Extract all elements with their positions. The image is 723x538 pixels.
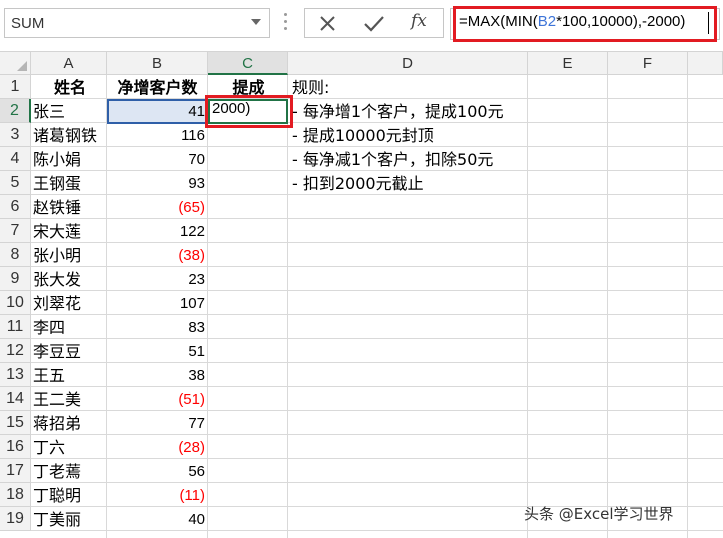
cell-customers[interactable]: 93 — [109, 172, 205, 196]
formula-highlight-box — [453, 6, 717, 42]
row-header-18[interactable]: 18 — [0, 483, 31, 507]
row-header-4[interactable]: 4 — [0, 147, 31, 171]
rule-text[interactable]: - 提成10000元封顶 — [292, 124, 434, 148]
cell-customers[interactable]: 122 — [109, 220, 205, 244]
header-name[interactable]: 姓名 — [33, 76, 107, 100]
gridline-vertical — [527, 75, 528, 538]
header-customers[interactable]: 净增客户数 — [109, 76, 206, 100]
cell-name[interactable]: 王二美 — [33, 388, 107, 412]
row-header-13[interactable]: 13 — [0, 363, 31, 387]
cell-name[interactable]: 张大发 — [33, 268, 107, 292]
cell-customers[interactable]: (28) — [109, 436, 205, 460]
column-header-a[interactable]: A — [31, 52, 107, 75]
cell-customers[interactable]: (65) — [109, 196, 205, 220]
cell-customers[interactable]: (38) — [109, 244, 205, 268]
row-header-15[interactable]: 15 — [0, 411, 31, 435]
row-header-14[interactable]: 14 — [0, 387, 31, 411]
cell-name[interactable]: 丁聪明 — [33, 484, 107, 508]
triangle-icon — [17, 61, 27, 71]
cell-customers[interactable]: 70 — [109, 148, 205, 172]
rule-text[interactable]: - 扣到2000元截止 — [292, 172, 424, 196]
cell-name[interactable]: 王钢蛋 — [33, 172, 107, 196]
cell-name[interactable]: 丁老蔫 — [33, 460, 107, 484]
select-all-corner[interactable] — [0, 52, 31, 75]
cell-customers[interactable]: 83 — [109, 316, 205, 340]
column-header-b[interactable]: B — [107, 52, 208, 75]
rule-text[interactable]: - 每净增1个客户，提成100元 — [292, 100, 504, 124]
formula-bar-area: SUM fx =MAX(MIN(B2*100,10000),-2000) — [0, 0, 723, 52]
row-header-9[interactable]: 9 — [0, 267, 31, 291]
cell-customers[interactable]: 23 — [109, 268, 205, 292]
row-header-6[interactable]: 6 — [0, 195, 31, 219]
cell-customers[interactable]: 77 — [109, 412, 205, 436]
row-header-16[interactable]: 16 — [0, 435, 31, 459]
cell-customers[interactable]: 107 — [109, 292, 205, 316]
gridline-vertical — [607, 75, 608, 538]
rule-text[interactable]: 规则: — [292, 76, 329, 100]
close-icon[interactable] — [315, 12, 341, 36]
row-header-1[interactable]: 1 — [0, 75, 31, 99]
cell-customers[interactable]: (11) — [109, 484, 205, 508]
cell-customers[interactable]: (51) — [109, 388, 205, 412]
row-header-17[interactable]: 17 — [0, 459, 31, 483]
row-header-11[interactable]: 11 — [0, 315, 31, 339]
cell-name[interactable]: 丁六 — [33, 436, 107, 460]
column-header-d[interactable]: D — [288, 52, 528, 75]
cell-name[interactable]: 张三 — [33, 100, 107, 124]
cell-customers[interactable]: 116 — [109, 124, 205, 148]
cell-name[interactable]: 宋大莲 — [33, 220, 107, 244]
cell-customers[interactable]: 51 — [109, 340, 205, 364]
cell-name[interactable]: 王五 — [33, 364, 107, 388]
row-header-8[interactable]: 8 — [0, 243, 31, 267]
checkmark-icon[interactable] — [361, 12, 387, 36]
cell-name[interactable]: 李四 — [33, 316, 107, 340]
row-header-3[interactable]: 3 — [0, 123, 31, 147]
row-header-12[interactable]: 12 — [0, 339, 31, 363]
cell-name[interactable]: 张小明 — [33, 244, 107, 268]
column-header-c[interactable]: C — [208, 52, 288, 75]
cell-name[interactable]: 蒋招弟 — [33, 412, 107, 436]
cell-customers[interactable]: 41 — [109, 100, 205, 124]
cell-name[interactable]: 陈小娟 — [33, 148, 107, 172]
watermark: 头条 @Excel学习世界 — [524, 505, 674, 523]
cell-customers[interactable]: 56 — [109, 460, 205, 484]
row-header-7[interactable]: 7 — [0, 219, 31, 243]
chevron-down-icon[interactable] — [251, 19, 261, 25]
name-box[interactable]: SUM — [4, 8, 270, 38]
cell-name[interactable]: 李豆豆 — [33, 340, 107, 364]
drag-handle-icon[interactable] — [284, 13, 288, 33]
cell-name[interactable]: 丁美丽 — [33, 508, 107, 532]
column-header-e[interactable]: E — [528, 52, 608, 75]
cell-name[interactable]: 诸葛钢铁 — [33, 124, 107, 148]
row-header-19[interactable]: 19 — [0, 507, 31, 531]
gridline-vertical — [287, 75, 288, 538]
gridline-vertical — [207, 75, 208, 538]
insert-function-button[interactable]: fx — [411, 11, 427, 31]
column-header-f[interactable]: F — [608, 52, 688, 75]
cell-customers[interactable]: 40 — [109, 508, 205, 532]
cell-name[interactable]: 刘翠花 — [33, 292, 107, 316]
gridline-vertical — [687, 75, 688, 538]
header-commission[interactable]: 提成 — [210, 76, 287, 100]
rule-text[interactable]: - 每净减1个客户，扣除50元 — [292, 148, 493, 172]
cell-name[interactable]: 赵铁锤 — [33, 196, 107, 220]
column-header-g[interactable] — [688, 52, 723, 75]
formula-buttons: fx — [304, 8, 444, 38]
row-header-2[interactable]: 2 — [0, 99, 31, 123]
cell-customers[interactable]: 38 — [109, 364, 205, 388]
row-header-10[interactable]: 10 — [0, 291, 31, 315]
row-header-5[interactable]: 5 — [0, 171, 31, 195]
name-box-value: SUM — [11, 15, 45, 32]
